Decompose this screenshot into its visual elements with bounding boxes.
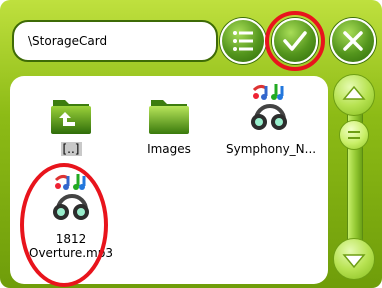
scroll-down-arrow-icon — [342, 254, 366, 269]
file-item-images[interactable]: Images — [126, 90, 212, 157]
close-x-icon — [343, 31, 363, 51]
music-headphones-icon — [53, 174, 89, 220]
file-item-label: [..] — [60, 142, 82, 156]
menu-button[interactable] — [220, 18, 266, 64]
file-item-symphony[interactable]: Symphony_N... — [226, 82, 316, 157]
scroll-thumb[interactable] — [339, 120, 369, 150]
checkmark-icon — [283, 31, 307, 51]
ok-button[interactable] — [272, 18, 318, 64]
scrollbar[interactable] — [330, 70, 378, 284]
file-picker-window: \StorageCard [..] Images Symphony_N... 1… — [0, 0, 382, 288]
scroll-down-button[interactable] — [333, 238, 375, 280]
folder-icon — [149, 100, 189, 134]
file-item-label-line2: Overture.mp3 — [29, 246, 113, 260]
music-headphones-icon — [251, 84, 287, 130]
file-item-1812-overture[interactable]: 1812 Overture.mp3 — [28, 172, 114, 260]
folder-up-icon — [51, 100, 91, 134]
file-item-label: Symphony_N... — [226, 142, 317, 156]
list-menu-icon — [233, 31, 253, 51]
file-list: [..] Images Symphony_N... 1812 Overture.… — [10, 76, 328, 284]
close-button[interactable] — [330, 18, 376, 64]
file-item-parent[interactable]: [..] — [28, 90, 114, 157]
scroll-up-button[interactable] — [333, 74, 375, 116]
path-value: \StorageCard — [28, 34, 108, 48]
scroll-up-arrow-icon — [342, 85, 366, 100]
path-field[interactable]: \StorageCard — [12, 20, 218, 62]
scroll-thumb-icon — [348, 131, 360, 139]
file-item-label: Images — [147, 142, 191, 156]
file-item-label-line1: 1812 — [55, 232, 87, 246]
